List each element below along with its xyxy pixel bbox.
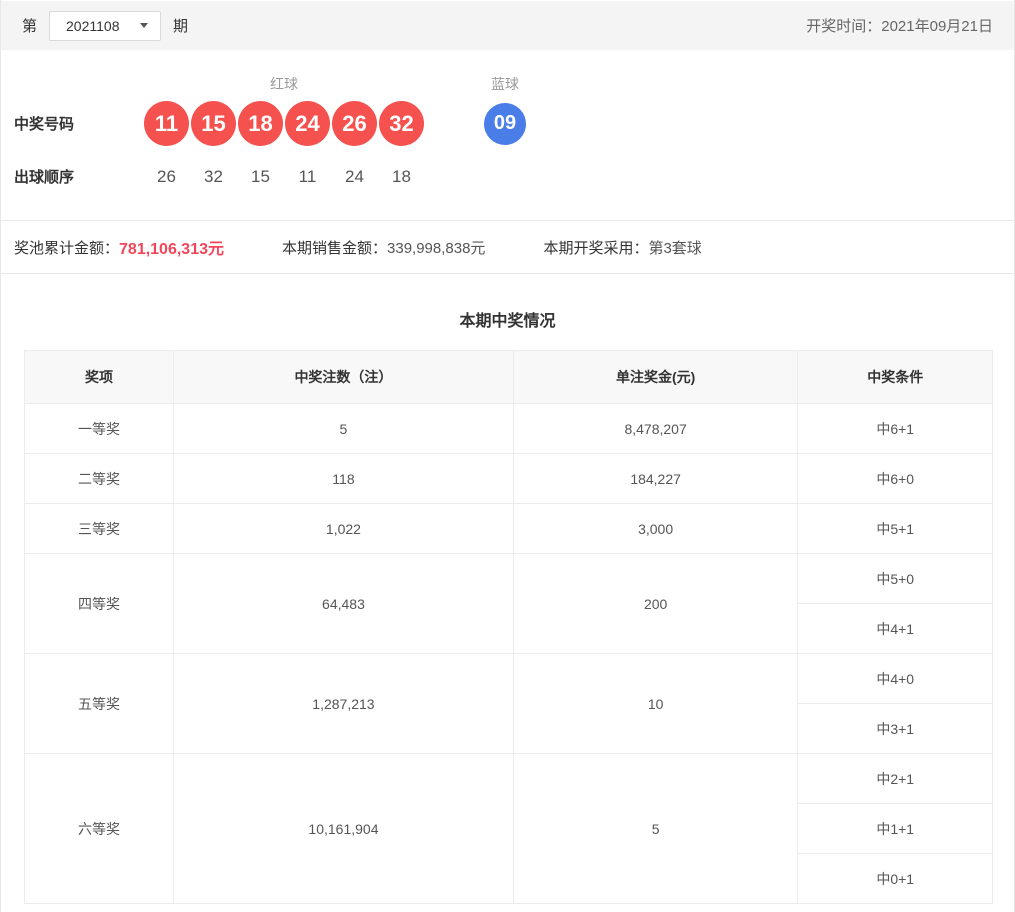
draw-time-label: 开奖时间： [806,18,881,35]
cell-count: 118 [174,454,514,504]
draw-order-number: 18 [379,167,424,187]
draw-time-value: 2021年09月21日 [881,18,993,35]
cell-prize: 二等奖 [25,454,174,504]
prize-table: 奖项中奖注数（注）单注奖金(元)中奖条件 一等奖58,478,207中6+1二等… [24,350,993,904]
cell-condition: 中5+1 [798,504,993,554]
prize-table-row: 六等奖10,161,9045中2+1 [25,754,993,804]
red-ball: 32 [379,101,424,146]
prize-table-column-header: 单注奖金(元) [513,351,798,404]
cell-prize: 六等奖 [25,754,174,904]
cell-amount: 10 [513,654,798,754]
cell-condition: 中6+0 [798,454,993,504]
cell-prize: 三等奖 [25,504,174,554]
ball-group-labels: 红球 蓝球 [14,74,1014,94]
cell-amount: 200 [513,554,798,654]
draw-order-number: 11 [285,167,330,187]
pool-amount-value: 781,106,313元 [119,235,224,259]
cell-prize: 五等奖 [25,654,174,754]
ball-set-label: 本期开奖采用： [543,237,648,258]
topbar: 第 2021108 期 开奖时间：2021年09月21日 [1,1,1014,50]
red-balls: 111518242632 [144,101,424,146]
winning-numbers-row: 中奖号码 111518242632 09 [14,101,1014,146]
winning-numbers-row-label: 中奖号码 [14,113,144,134]
cell-amount: 8,478,207 [513,404,798,454]
cell-condition: 中4+0 [798,654,993,704]
draw-order-row: 出球顺序 263215112418 [14,166,1014,220]
cell-count: 1,287,213 [174,654,514,754]
cell-condition: 中2+1 [798,754,993,804]
prize-table-header-row: 奖项中奖注数（注）单注奖金(元)中奖条件 [25,351,993,404]
cell-count: 64,483 [174,554,514,654]
chevron-down-icon [140,23,148,28]
red-ball: 18 [238,101,283,146]
prize-table-row: 三等奖1,0223,000中5+1 [25,504,993,554]
sales-amount-label: 本期销售金额： [282,237,387,258]
cell-condition: 中3+1 [798,704,993,754]
draw-order-numbers: 263215112418 [144,167,424,187]
prize-table-row: 一等奖58,478,207中6+1 [25,404,993,454]
pool-amount-item: 奖池累计金额： 781,106,313元 [14,235,224,259]
cell-count: 10,161,904 [174,754,514,904]
red-ball: 26 [332,101,377,146]
draw-order-number: 24 [332,167,377,187]
draw-time: 开奖时间：2021年09月21日 [806,15,993,36]
cell-count: 5 [174,404,514,454]
red-balls-label: 红球 [144,74,424,94]
cell-amount: 5 [513,754,798,904]
blue-ball-label: 蓝球 [484,74,526,94]
period-selector-group: 第 2021108 期 [22,11,188,41]
pool-amount-label: 奖池累计金额： [14,237,119,258]
prize-table-row: 五等奖1,287,21310中4+0 [25,654,993,704]
lottery-result-page: 第 2021108 期 开奖时间：2021年09月21日 红球 蓝球 中奖号码 … [0,0,1015,912]
red-ball: 24 [285,101,330,146]
cell-prize: 四等奖 [25,554,174,654]
prize-table-body: 一等奖58,478,207中6+1二等奖118184,227中6+0三等奖1,0… [25,404,993,904]
draw-order-row-label: 出球顺序 [14,166,144,187]
prize-table-row: 四等奖64,483200中5+0 [25,554,993,604]
sales-amount-item: 本期销售金额： 339,998,838元 [282,237,485,258]
red-ball: 11 [144,101,189,146]
cell-amount: 184,227 [513,454,798,504]
draw-order-number: 26 [144,167,189,187]
winning-numbers-section: 红球 蓝球 中奖号码 111518242632 09 出球顺序 26321511… [1,50,1014,220]
cell-prize: 一等奖 [25,404,174,454]
sales-amount-value: 339,998,838元 [387,237,485,258]
period-select-value: 2021108 [66,18,119,34]
cell-condition: 中4+1 [798,604,993,654]
ball-set-item: 本期开奖采用： 第3套球 [543,237,701,258]
cell-amount: 3,000 [513,504,798,554]
ball-set-value: 第3套球 [648,237,701,258]
cell-count: 1,022 [174,504,514,554]
blue-ball: 09 [484,103,526,145]
cell-condition: 中1+1 [798,804,993,854]
summary-bar: 奖池累计金额： 781,106,313元 本期销售金额： 339,998,838… [1,220,1014,274]
prize-table-row: 二等奖118184,227中6+0 [25,454,993,504]
red-ball: 15 [191,101,236,146]
prize-table-column-header: 中奖条件 [798,351,993,404]
cell-condition: 中5+0 [798,554,993,604]
cell-condition: 中6+1 [798,404,993,454]
cell-condition: 中0+1 [798,854,993,904]
period-prefix-label: 第 [22,15,37,36]
period-suffix-label: 期 [173,15,188,36]
prize-table-column-header: 奖项 [25,351,174,404]
period-select[interactable]: 2021108 [49,11,161,41]
draw-order-number: 15 [238,167,283,187]
prize-table-column-header: 中奖注数（注） [174,351,514,404]
prize-table-title: 本期中奖情况 [1,307,1014,331]
draw-order-number: 32 [191,167,236,187]
